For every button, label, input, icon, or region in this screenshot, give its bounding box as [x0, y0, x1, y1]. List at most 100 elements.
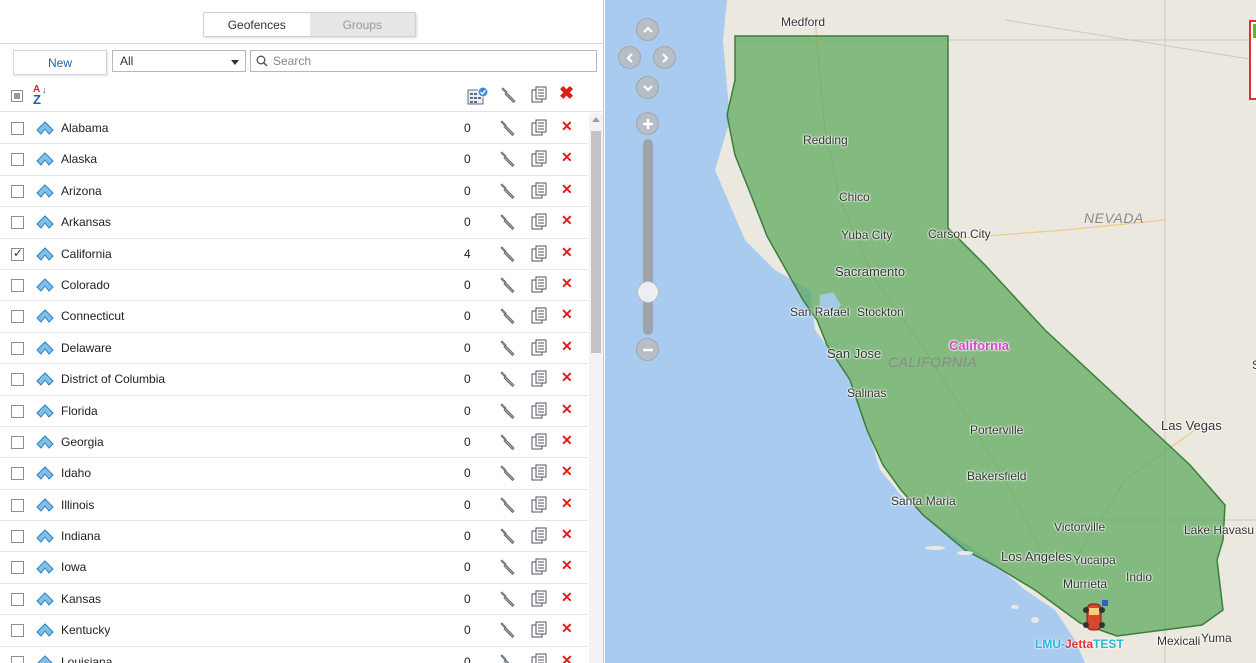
list-item[interactable]: Florida 0 ✕	[0, 396, 588, 427]
wrench-icon[interactable]	[499, 464, 517, 482]
wrench-icon[interactable]	[499, 433, 517, 451]
row-checkbox[interactable]	[11, 153, 24, 167]
copy-icon[interactable]	[530, 276, 548, 294]
copy-icon[interactable]	[530, 339, 548, 357]
list-item[interactable]: Kansas 0 ✕	[0, 584, 588, 616]
delete-icon[interactable]: ✕	[561, 181, 573, 197]
row-checkbox[interactable]	[11, 498, 24, 512]
copy-icon[interactable]	[530, 433, 548, 451]
delete-icon[interactable]: ✕	[561, 244, 573, 260]
list-item[interactable]: Georgia 0 ✕	[0, 427, 588, 459]
row-checkbox[interactable]	[11, 216, 24, 230]
geofence-name[interactable]: California	[61, 247, 112, 261]
vehicle-marker-icon[interactable]	[1078, 598, 1112, 636]
copy-icon[interactable]	[530, 496, 548, 514]
geofence-name[interactable]: Arkansas	[61, 215, 111, 229]
wrench-icon[interactable]	[499, 150, 517, 168]
group-geofences-icon[interactable]	[467, 86, 489, 106]
wrench-icon[interactable]	[499, 213, 517, 231]
copy-icon[interactable]	[530, 307, 548, 325]
geofence-name[interactable]: Colorado	[61, 278, 110, 292]
filter-select[interactable]: All	[112, 50, 246, 72]
scroll-thumb[interactable]	[591, 131, 601, 353]
list-scrollbar[interactable]	[589, 113, 603, 663]
copy-icon[interactable]	[530, 370, 548, 388]
copy-icon[interactable]	[530, 402, 548, 420]
geofence-name[interactable]: District of Columbia	[61, 372, 165, 386]
pan-down-button[interactable]	[636, 76, 659, 99]
geofence-name[interactable]: Florida	[61, 404, 98, 418]
row-checkbox[interactable]	[11, 624, 24, 638]
zoom-in-button[interactable]	[636, 112, 659, 135]
geofence-name[interactable]: Idaho	[61, 466, 91, 480]
copy-icon[interactable]	[530, 182, 548, 200]
wrench-icon[interactable]	[499, 527, 517, 545]
delete-icon[interactable]: ✕	[561, 432, 573, 448]
scroll-up-arrow[interactable]	[592, 117, 600, 122]
list-item[interactable]: Illinois 0 ✕	[0, 490, 588, 522]
delete-icon[interactable]: ✕	[561, 275, 573, 291]
wrench-icon[interactable]	[499, 621, 517, 639]
row-checkbox[interactable]	[11, 592, 24, 606]
pan-right-button[interactable]	[653, 46, 676, 69]
geofence-name[interactable]: Arizona	[61, 184, 102, 198]
copy-icon[interactable]	[530, 150, 548, 168]
wrench-icon[interactable]	[499, 119, 517, 137]
copy-icon[interactable]	[530, 119, 548, 137]
pan-left-button[interactable]	[618, 46, 641, 69]
copy-icon[interactable]	[530, 464, 548, 482]
list-item[interactable]: Kentucky 0 ✕	[0, 615, 588, 647]
list-item[interactable]: Delaware 0 ✕	[0, 333, 588, 365]
row-checkbox[interactable]	[11, 122, 24, 135]
list-item[interactable]: California 4 ✕	[0, 239, 588, 270]
zoom-out-button[interactable]	[636, 338, 659, 361]
row-checkbox[interactable]	[11, 341, 24, 355]
tab-groups[interactable]: Groups	[309, 13, 415, 36]
row-checkbox[interactable]	[11, 467, 24, 481]
new-geofence-button[interactable]: New	[13, 50, 107, 75]
geofence-name[interactable]: Indiana	[61, 529, 100, 543]
delete-icon[interactable]: ✕	[561, 589, 573, 605]
list-item[interactable]: Arkansas 0 ✕	[0, 207, 588, 239]
copy-icon[interactable]	[530, 558, 548, 576]
delete-icon[interactable]: ✕	[561, 338, 573, 354]
search-input[interactable]	[271, 53, 571, 69]
wrench-icon[interactable]	[499, 370, 517, 388]
delete-icon[interactable]: ✕	[561, 620, 573, 636]
copy-icon[interactable]	[530, 213, 548, 231]
copy-icon[interactable]	[530, 86, 548, 104]
wrench-icon[interactable]	[500, 86, 518, 104]
delete-icon[interactable]: ✕	[561, 369, 573, 385]
map-view[interactable]: Medford Redding Chico Yuba City Carson C…	[605, 0, 1256, 663]
row-checkbox[interactable]	[11, 373, 24, 387]
copy-icon[interactable]	[530, 590, 548, 608]
pan-up-button[interactable]	[636, 18, 659, 41]
wrench-icon[interactable]	[499, 653, 517, 663]
row-checkbox[interactable]	[11, 435, 24, 449]
delete-icon[interactable]: ✕	[561, 652, 573, 663]
wrench-icon[interactable]	[499, 496, 517, 514]
geofence-name[interactable]: Illinois	[61, 498, 94, 512]
list-item[interactable]: Indiana 0 ✕	[0, 521, 588, 553]
row-checkbox[interactable]	[11, 310, 24, 324]
delete-icon[interactable]: ✕	[561, 526, 573, 542]
delete-icon[interactable]: ✕	[561, 401, 573, 417]
geofence-name[interactable]: Iowa	[61, 560, 86, 574]
delete-icon[interactable]: ✕	[561, 212, 573, 228]
row-checkbox[interactable]	[11, 184, 24, 198]
row-checkbox[interactable]	[11, 404, 24, 418]
select-all-checkbox[interactable]	[11, 90, 23, 102]
wrench-icon[interactable]	[499, 245, 517, 263]
geofence-name[interactable]: Delaware	[61, 341, 112, 355]
geofence-name[interactable]: Georgia	[61, 435, 104, 449]
copy-icon[interactable]	[530, 245, 548, 263]
vehicle-label[interactable]: LMU-JettaTEST	[1035, 637, 1124, 651]
copy-icon[interactable]	[530, 621, 548, 639]
list-item[interactable]: Alabama 0 ✕	[0, 113, 588, 145]
delete-icon[interactable]: ✕	[561, 557, 573, 573]
row-checkbox[interactable]	[11, 655, 24, 663]
tab-geofences[interactable]: Geofences	[204, 13, 310, 36]
wrench-icon[interactable]	[499, 307, 517, 325]
geofence-name[interactable]: Alaska	[61, 152, 97, 166]
list-item[interactable]: District of Columbia 0 ✕	[0, 364, 588, 396]
